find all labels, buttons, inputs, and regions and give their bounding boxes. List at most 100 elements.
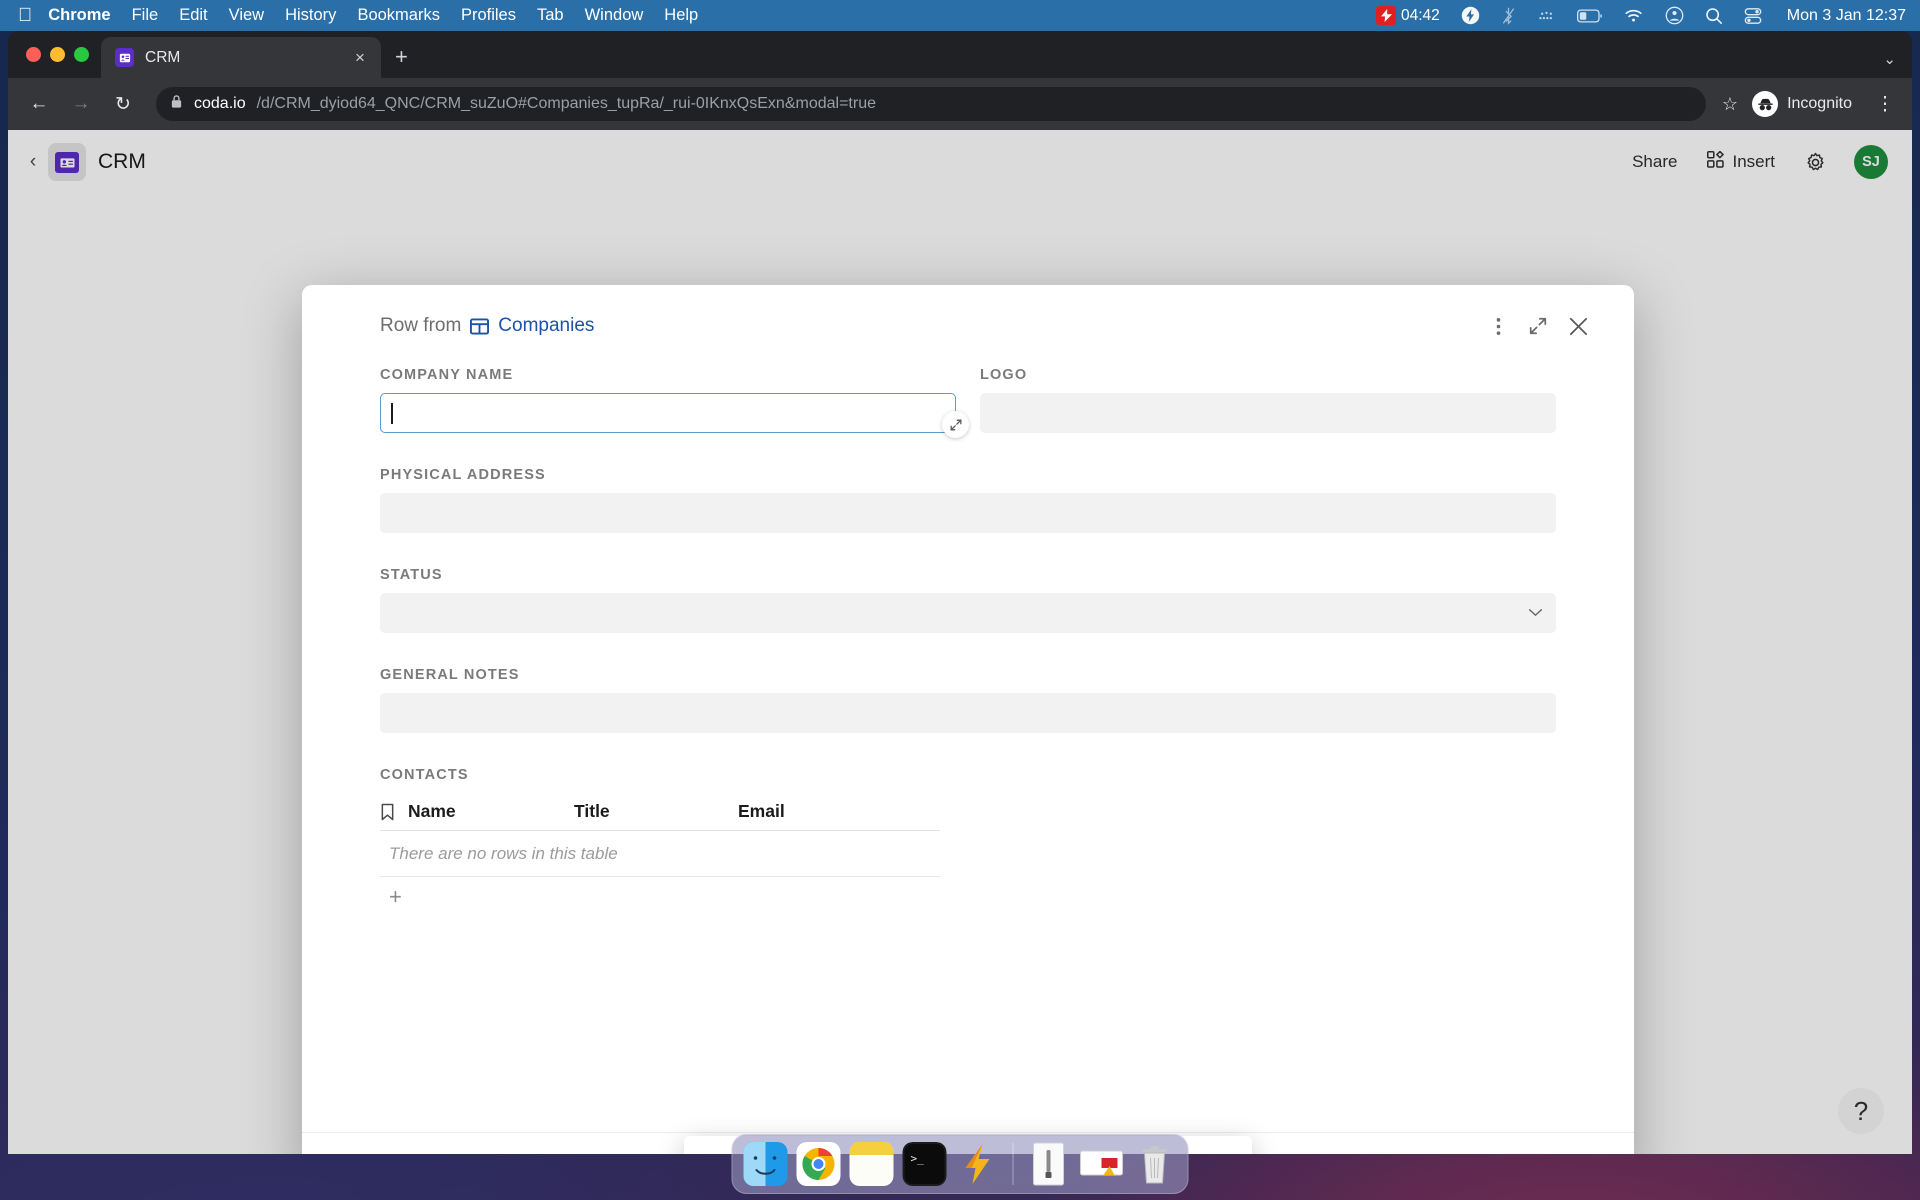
window-traffic-lights <box>20 31 101 78</box>
search-icon[interactable] <box>1705 7 1723 25</box>
company-name-field-group: COMPANY NAME <box>380 367 969 438</box>
breadcrumb-table-name[interactable]: Companies <box>498 315 594 337</box>
dock-file-document[interactable] <box>1027 1142 1071 1186</box>
company-name-input[interactable] <box>380 393 969 438</box>
chevron-down-icon <box>1528 604 1543 622</box>
dock-app-terminal[interactable]: >_ <box>902 1142 947 1186</box>
menu-item-chrome[interactable]: Chrome <box>48 6 110 25</box>
browser-tab-strip: CRM × + ⌄ <box>8 31 1912 78</box>
address-bar[interactable]: coda.io/d/CRM_dyiod64_QNC/CRM_suZuO#Comp… <box>156 87 1706 121</box>
menu-item-history[interactable]: History <box>285 6 336 25</box>
url-path: /d/CRM_dyiod64_QNC/CRM_suZuO#Companies_t… <box>256 95 876 112</box>
menu-item-tab[interactable]: Tab <box>537 6 564 25</box>
dock-trash[interactable] <box>1133 1142 1177 1186</box>
contacts-table-header: Name Title Email <box>380 793 940 831</box>
incognito-avatar-icon <box>1752 91 1779 117</box>
logo-label: LOGO <box>980 367 1028 383</box>
close-window-button[interactable] <box>26 47 41 62</box>
logo-field-group: LOGO <box>980 367 1556 433</box>
contacts-label: CONTACTS <box>380 767 469 783</box>
general-notes-input[interactable] <box>380 693 1556 733</box>
incognito-label: Incognito <box>1787 95 1852 112</box>
general-notes-label: GENERAL NOTES <box>380 667 520 683</box>
contacts-table: Name Title Email There are no rows in th… <box>380 793 940 917</box>
help-button[interactable]: ? <box>1838 1088 1884 1134</box>
status-select[interactable] <box>380 593 1556 633</box>
bluetooth-off-icon[interactable] <box>1501 6 1516 25</box>
keyboard-brightness-icon[interactable] <box>1537 9 1556 22</box>
column-header-title[interactable]: Title <box>574 801 738 822</box>
dock-file-screenshot[interactable] <box>1080 1142 1124 1186</box>
battery-icon[interactable] <box>1576 9 1603 23</box>
column-header-name[interactable]: Name <box>408 801 574 822</box>
contacts-empty-message: There are no rows in this table <box>380 831 940 877</box>
browser-tab[interactable]: CRM × <box>101 37 381 78</box>
browser-toolbar: ← → ↻ coda.io/d/CRM_dyiod64_QNC/CRM_suZu… <box>8 78 1912 130</box>
bolt-icon[interactable] <box>1461 6 1480 25</box>
control-center-icon[interactable] <box>1665 6 1684 25</box>
menu-item-window[interactable]: Window <box>585 6 644 25</box>
bookmark-star-icon[interactable]: ☆ <box>1722 94 1738 115</box>
modal-header: Row from Companies <box>302 285 1634 367</box>
physical-address-field-group: PHYSICAL ADDRESS <box>380 467 1556 533</box>
forward-button[interactable]: → <box>64 87 98 121</box>
incognito-profile-button[interactable]: Incognito <box>1746 87 1864 121</box>
status-label: STATUS <box>380 567 443 583</box>
reload-button[interactable]: ↻ <box>106 87 140 121</box>
menu-bar-status-area: 04:42 Mon 3 Jan 12:37 <box>1376 6 1906 25</box>
breadcrumb-prefix: Row from <box>380 315 462 336</box>
lock-icon <box>170 94 183 114</box>
physical-address-label: PHYSICAL ADDRESS <box>380 467 546 483</box>
text-caret <box>391 402 393 424</box>
column-header-email[interactable]: Email <box>738 801 940 822</box>
svg-text:>_: >_ <box>911 1152 925 1165</box>
url-host: coda.io <box>194 95 246 112</box>
browser-tab-title: CRM <box>145 48 181 66</box>
dock-separator <box>1012 1143 1014 1185</box>
coda-doc-icon <box>115 48 134 67</box>
screen-recording-indicator[interactable]: 04:42 <box>1376 6 1440 25</box>
wifi-icon[interactable] <box>1624 8 1644 23</box>
screen-recording-icon <box>1376 6 1396 25</box>
dock-app-stickies[interactable] <box>849 1142 894 1186</box>
menu-bar-clock[interactable]: Mon 3 Jan 12:37 <box>1787 7 1906 25</box>
modal-expand-icon[interactable] <box>1518 306 1558 346</box>
macos-dock: >_ <box>731 1134 1189 1194</box>
row-detail-modal: Row from Companies COMPANY NAME LOGO PHY… <box>302 285 1634 1154</box>
physical-address-input[interactable] <box>380 493 1556 533</box>
web-page-viewport: ‹ CRM Share Insert SJ Row from Companies… <box>8 130 1912 1154</box>
chrome-browser-window: CRM × + ⌄ ← → ↻ coda.io/d/CRM_dyiod64_QN… <box>8 31 1912 1154</box>
menu-item-edit[interactable]: Edit <box>179 6 207 25</box>
expand-field-icon[interactable] <box>942 411 969 438</box>
add-contact-row-button[interactable]: + <box>380 877 940 917</box>
toggles-icon[interactable] <box>1744 7 1762 25</box>
modal-body: COMPANY NAME LOGO PHYSICAL ADDRESS STATU… <box>302 367 1634 1132</box>
menu-item-bookmarks[interactable]: Bookmarks <box>357 6 440 25</box>
menu-item-profiles[interactable]: Profiles <box>461 6 516 25</box>
dock-app-finder[interactable] <box>743 1142 788 1186</box>
dock-app-bolt[interactable] <box>956 1142 1000 1186</box>
minimize-window-button[interactable] <box>50 47 65 62</box>
table-icon <box>470 317 490 336</box>
general-notes-field-group: GENERAL NOTES <box>380 667 1556 733</box>
modal-close-button[interactable] <box>1558 306 1598 346</box>
menu-item-view[interactable]: View <box>229 6 264 25</box>
chrome-menu-button[interactable]: ⋮ <box>1872 93 1898 116</box>
contacts-field-group: CONTACTS Name Title Email There are no r… <box>380 767 1556 917</box>
apple-logo-icon[interactable]:  <box>18 6 32 25</box>
new-tab-button[interactable]: + <box>395 44 408 70</box>
macos-menu-bar:  Chrome File Edit View History Bookmark… <box>0 0 1920 31</box>
modal-more-options-button[interactable] <box>1478 306 1518 346</box>
maximize-window-button[interactable] <box>74 47 89 62</box>
back-button[interactable]: ← <box>22 87 56 121</box>
company-name-label: COMPANY NAME <box>380 367 514 383</box>
close-tab-button[interactable]: × <box>349 48 371 68</box>
menu-item-help[interactable]: Help <box>664 6 698 25</box>
bookmark-icon <box>380 803 408 821</box>
tab-search-chevron-down-icon[interactable]: ⌄ <box>1883 50 1896 68</box>
dock-app-chrome[interactable] <box>796 1142 841 1186</box>
breadcrumb: Row from Companies <box>380 315 594 337</box>
field-row-top: COMPANY NAME LOGO <box>380 367 1556 438</box>
logo-input[interactable] <box>980 393 1556 433</box>
menu-item-file[interactable]: File <box>132 6 159 25</box>
